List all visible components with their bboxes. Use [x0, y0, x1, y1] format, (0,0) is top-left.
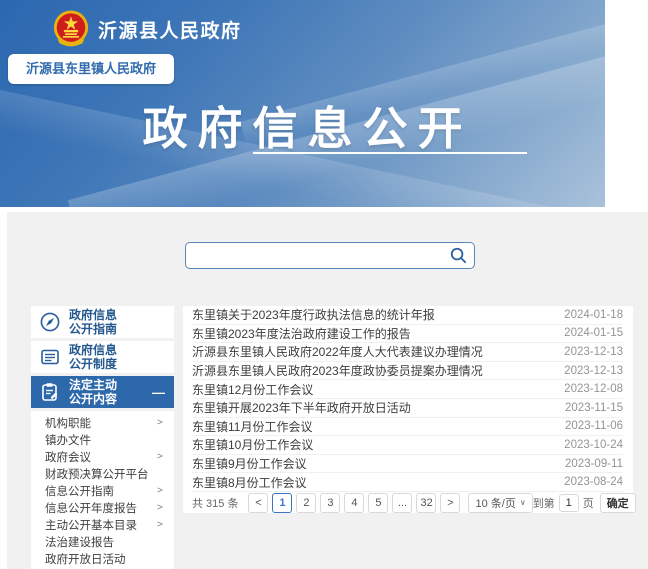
item-title: 东里镇12月份工作会议	[192, 381, 564, 398]
page-button-1[interactable]: 1	[272, 493, 292, 513]
item-date: 2024-01-15	[564, 327, 623, 339]
sidebar: 政府信息 公开指南 政府信息 公开制度	[31, 306, 174, 569]
chevron-right-icon: >	[157, 417, 163, 428]
page-button-5[interactable]: 5	[368, 493, 388, 513]
item-title: 东里镇关于2023年度行政执法信息的统计年报	[192, 306, 564, 323]
document-list-icon	[31, 346, 69, 368]
guide-compass-icon	[31, 311, 69, 333]
chevron-right-icon: >	[157, 519, 163, 530]
list-item[interactable]: 沂源县东里镇人民政府2022年度人大代表建议办理情况 2023-12-13	[192, 343, 623, 362]
list-item[interactable]: 东里镇8月份工作会议 2023-08-24	[192, 473, 623, 492]
search-button[interactable]	[442, 243, 474, 268]
list-item[interactable]: 东里镇9月份工作会议 2023-09-11	[192, 455, 623, 474]
chevron-down-icon: ∨	[520, 498, 526, 507]
search-bar	[185, 242, 475, 269]
chevron-right-icon: >	[157, 485, 163, 496]
next-page-button[interactable]: >	[440, 493, 460, 513]
item-date: 2023-12-08	[564, 383, 623, 395]
content-panel: 政府信息 公开指南 政府信息 公开制度	[7, 212, 648, 569]
pagination: 共 315 条 < 1 2 3 4 5 ... 32 > 10 条/页 ∨ 到第…	[192, 493, 623, 513]
list-item[interactable]: 东里镇2023年度法治政府建设工作的报告 2024-01-15	[192, 325, 623, 344]
item-date: 2023-10-24	[564, 439, 623, 451]
item-date: 2023-12-13	[564, 346, 623, 358]
sidebar-subnav: 机构职能 > 镇办文件 政府会议 > 财政预决算公开平台 信息公开指南	[31, 411, 174, 569]
list-item[interactable]: 沂源县东里镇人民政府2023年度政协委员提案办理情况 2023-12-13	[192, 362, 623, 381]
china-national-emblem-icon	[52, 9, 90, 50]
item-title: 东里镇9月份工作会议	[192, 455, 565, 472]
sidebar-subitem[interactable]: 信息公开指南 >	[31, 482, 174, 499]
item-date: 2023-11-06	[565, 420, 623, 432]
page-title: 政府信息公开	[0, 92, 605, 157]
item-title: 沂源县东里镇人民政府2023年度政协委员提案办理情况	[192, 362, 564, 379]
confirm-button[interactable]: 确定	[600, 493, 636, 513]
page-button-32[interactable]: 32	[416, 493, 436, 513]
chevron-right-icon: >	[157, 451, 163, 462]
item-title: 东里镇开展2023年下半年政府开放日活动	[192, 399, 565, 416]
list-item[interactable]: 东里镇10月份工作会议 2023-10-24	[192, 436, 623, 455]
document-list: 东里镇关于2023年度行政执法信息的统计年报 2024-01-18 东里镇202…	[183, 306, 633, 513]
sidebar-subitem[interactable]: 法治建设报告	[31, 533, 174, 550]
site-title: 沂源县人民政府	[98, 16, 242, 43]
search-icon	[449, 246, 468, 265]
sidebar-subitem[interactable]: 财政预决算公开平台	[31, 465, 174, 482]
page: 沂源县人民政府 沂源县东里镇人民政府 政府信息公开	[0, 0, 648, 569]
chevron-right-icon: >	[157, 502, 163, 513]
list-item[interactable]: 东里镇关于2023年度行政执法信息的统计年报 2024-01-18	[192, 306, 623, 325]
sidebar-subitem[interactable]: 镇办文件	[31, 431, 174, 448]
item-date: 2023-12-13	[564, 365, 623, 377]
item-date: 2024-01-18	[564, 309, 623, 321]
list-item[interactable]: 东里镇开展2023年下半年政府开放日活动 2023-11-15	[192, 399, 623, 418]
search-input[interactable]	[186, 243, 442, 268]
goto-page-input[interactable]	[559, 494, 579, 512]
sidebar-item-label: 政府信息 公开制度	[69, 343, 117, 371]
sidebar-subitem[interactable]: 信息公开年度报告 >	[31, 499, 174, 516]
title-underline	[253, 152, 527, 154]
list-item[interactable]: 东里镇11月份工作会议 2023-11-06	[192, 418, 623, 437]
goto-label-prefix: 到第	[533, 495, 555, 511]
item-date: 2023-11-15	[565, 402, 623, 414]
ellipsis-button[interactable]: ...	[392, 493, 412, 513]
prev-page-button[interactable]: <	[248, 493, 268, 513]
page-button-3[interactable]: 3	[320, 493, 340, 513]
list-item[interactable]: 东里镇12月份工作会议 2023-12-08	[192, 380, 623, 399]
item-title: 东里镇8月份工作会议	[192, 474, 564, 491]
sidebar-subitem[interactable]: 政府会议 >	[31, 448, 174, 465]
sidebar-item-label: 法定主动 公开内容	[69, 378, 117, 406]
sidebar-item-statutory-disclosure[interactable]: 法定主动 公开内容 —	[31, 376, 174, 408]
sidebar-item-disclosure-guide[interactable]: 政府信息 公开指南	[31, 306, 174, 338]
item-title: 东里镇2023年度法治政府建设工作的报告	[192, 325, 564, 342]
page-size-select[interactable]: 10 条/页 ∨	[468, 493, 532, 513]
item-date: 2023-09-11	[565, 458, 623, 470]
goto-page-group: 到第 页 确定	[533, 493, 636, 513]
item-date: 2023-08-24	[564, 476, 623, 488]
sidebar-subitem[interactable]: 机构职能 >	[31, 414, 174, 431]
page-button-4[interactable]: 4	[344, 493, 364, 513]
banner: 沂源县人民政府 沂源县东里镇人民政府 政府信息公开	[0, 0, 605, 207]
total-count: 共 315 条	[192, 495, 238, 511]
item-title: 东里镇11月份工作会议	[192, 418, 565, 435]
page-button-2[interactable]: 2	[296, 493, 316, 513]
item-title: 东里镇10月份工作会议	[192, 436, 564, 453]
sidebar-subitem[interactable]: 政府开放日活动	[31, 550, 174, 567]
collapse-indicator[interactable]: —	[152, 385, 165, 400]
subsite-badge[interactable]: 沂源县东里镇人民政府	[8, 54, 174, 84]
goto-label-suffix: 页	[583, 495, 594, 511]
item-title: 沂源县东里镇人民政府2022年度人大代表建议办理情况	[192, 343, 564, 360]
sidebar-item-label: 政府信息 公开指南	[69, 308, 117, 336]
sidebar-subitem[interactable]: 主动公开基本目录 >	[31, 516, 174, 533]
clipboard-pen-icon	[31, 381, 69, 403]
sidebar-item-disclosure-system[interactable]: 政府信息 公开制度	[31, 341, 174, 373]
